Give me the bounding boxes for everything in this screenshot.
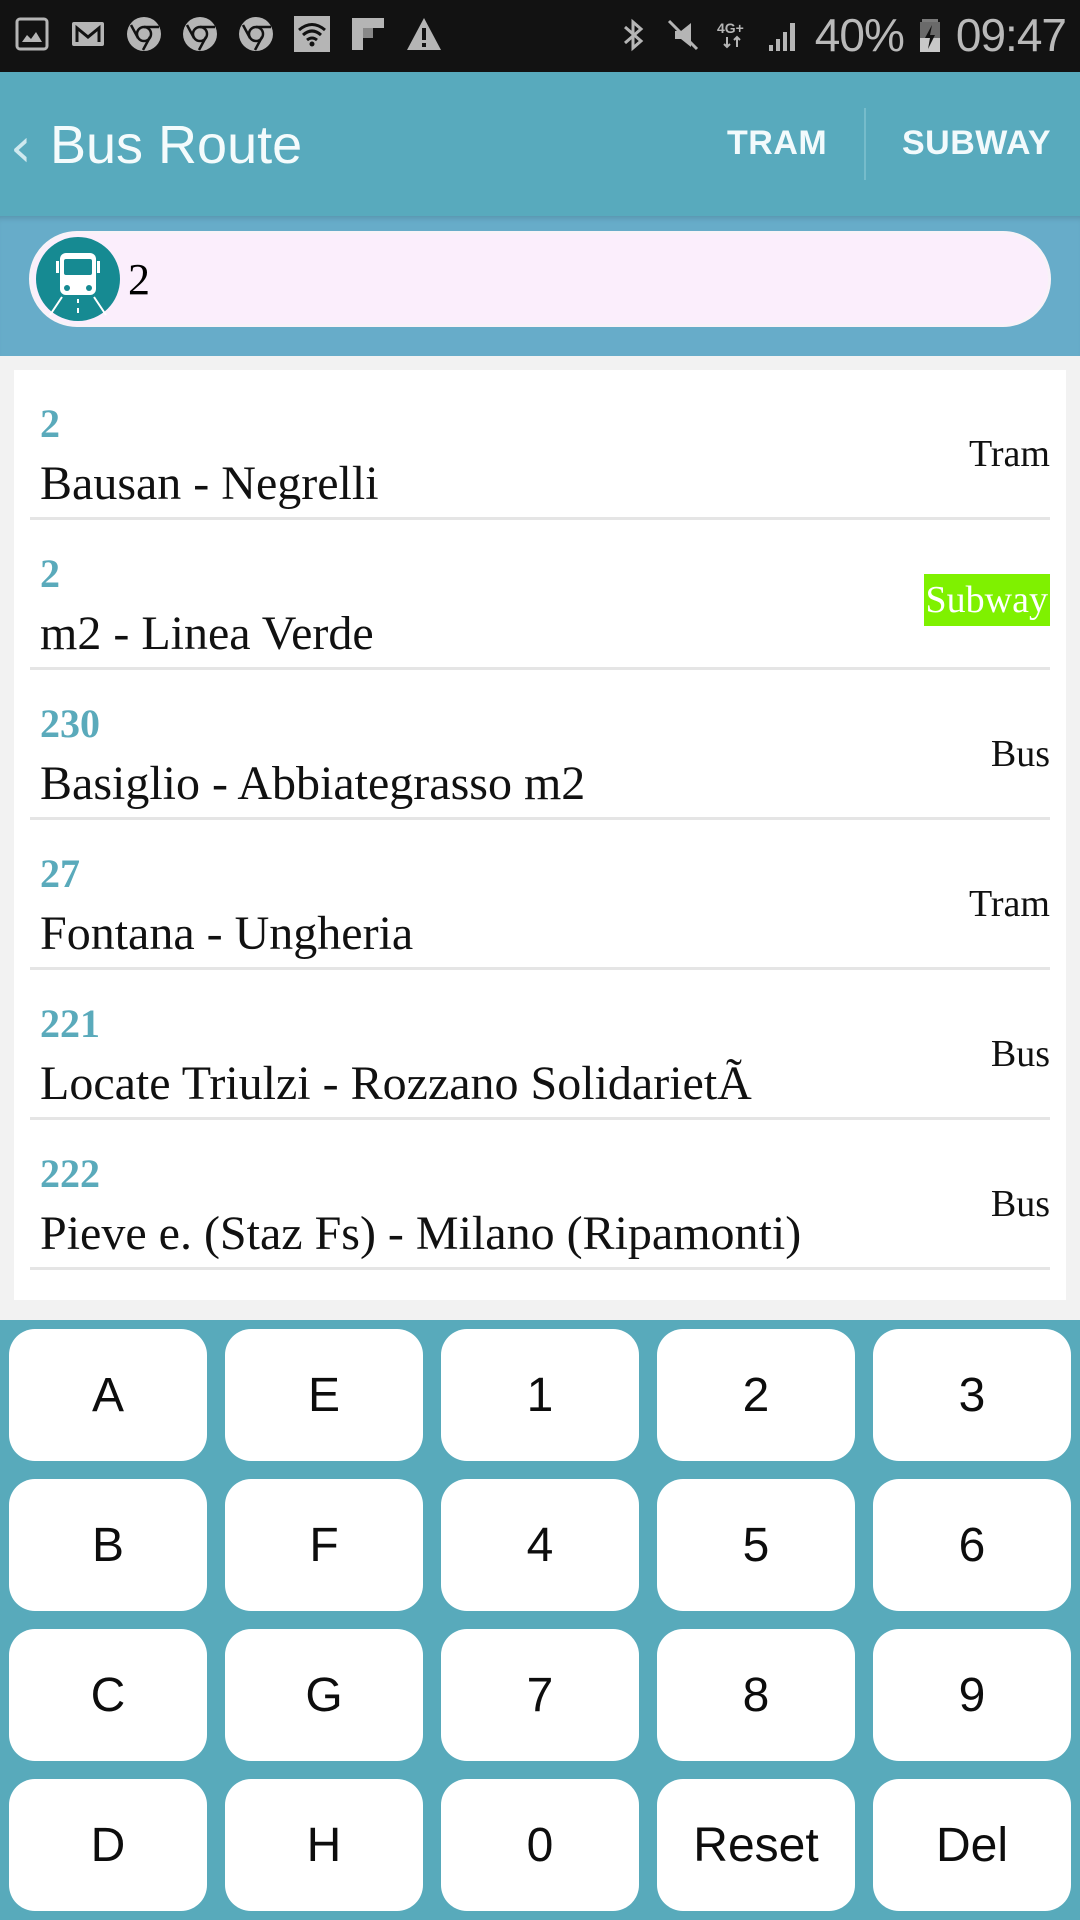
page-title[interactable]: Bus Route [50,114,302,176]
key-6[interactable]: 6 [873,1479,1071,1611]
key-a[interactable]: A [9,1329,207,1461]
wifi-icon [294,16,330,52]
key-8[interactable]: 8 [657,1629,855,1761]
delete-button[interactable]: Del [873,1779,1071,1911]
key-2[interactable]: 2 [657,1329,855,1461]
battery-charging-icon [919,19,940,52]
route-type: Bus [990,1183,1050,1225]
key-d[interactable]: D [9,1779,207,1911]
route-type: Bus [990,1033,1050,1075]
tab-divider [864,108,866,180]
key-c[interactable]: C [9,1629,207,1761]
chrome-icon [239,17,273,51]
gmail-icon [72,22,104,46]
back-chevron-icon[interactable]: ‹ [10,116,32,179]
route-number: 27 [40,851,80,896]
route-number: 230 [40,701,100,746]
app-bar: ‹ Bus Route TRAM SUBWAY [0,72,1080,216]
route-type: Bus [990,733,1050,775]
route-name: Fontana - Ungheria [40,907,414,960]
warning-icon [407,18,441,50]
route-name: Pieve e. (Staz Fs) - Milano (Ripamonti) [40,1207,802,1260]
notification-icons [14,16,442,52]
key-9[interactable]: 9 [873,1629,1071,1761]
key-g[interactable]: G [225,1629,423,1761]
route-type-badge: Subway [923,574,1050,626]
key-f[interactable]: F [225,1479,423,1611]
list-item[interactable]: 27 Fontana - Ungheria Tram [30,820,1050,970]
route-type: Tram [969,883,1050,925]
key-5[interactable]: 5 [657,1479,855,1611]
route-list[interactable]: 2 Bausan - Negrelli Tram 2 m2 - Linea Ve… [14,370,1066,1300]
chrome-icon [127,17,161,51]
route-name: Bausan - Negrelli [40,457,379,510]
route-name: Basiglio - Abbiategrasso m2 [40,757,586,810]
battery-percentage: 40% [814,9,905,61]
list-item[interactable]: 221 Locate Triulzi - Rozzano SolidarietÃ… [30,970,1050,1120]
route-number: 2 [40,401,60,446]
key-1[interactable]: 1 [441,1329,639,1461]
key-3[interactable]: 3 [873,1329,1071,1461]
status-bar: 4G+ 40% 09:47 [0,0,1080,72]
tab-subway[interactable]: SUBWAY [902,124,1051,163]
route-type: Tram [969,433,1050,475]
search-value: 2 [128,255,150,304]
search-input[interactable]: 2 [29,231,1051,327]
system-icons: 4G+ 40% 09:47 [615,8,1067,62]
key-4[interactable]: 4 [441,1479,639,1611]
list-item[interactable]: 230 Basiglio - Abbiategrasso m2 Bus [30,670,1050,820]
bus-icon [36,237,120,321]
key-7[interactable]: 7 [441,1629,639,1761]
network-4g-plus-icon: 4G+ [717,20,744,49]
reset-button[interactable]: Reset [657,1779,855,1911]
tab-tram[interactable]: TRAM [727,124,827,163]
key-h[interactable]: H [225,1779,423,1911]
route-number: 2 [40,551,60,596]
key-b[interactable]: B [9,1479,207,1611]
clock: 09:47 [955,9,1067,61]
chrome-icon [183,17,217,51]
bluetooth-icon [623,18,644,52]
gallery-icon [15,17,49,51]
list-item[interactable]: 2 m2 - Linea Verde Subway [30,520,1050,670]
key-e[interactable]: E [225,1329,423,1461]
list-item[interactable]: 222 Pieve e. (Staz Fs) - Milano (Ripamon… [30,1120,1050,1270]
route-list-container: 2 Bausan - Negrelli Tram 2 m2 - Linea Ve… [0,356,1080,1320]
search-area: 2 [0,216,1080,356]
route-name: m2 - Linea Verde [40,607,374,660]
mute-icon [667,19,698,51]
list-item[interactable]: 2 Bausan - Negrelli Tram [30,370,1050,520]
flipboard-icon [352,18,384,50]
route-number: 221 [40,1001,100,1046]
svg-text:4G+: 4G+ [717,20,744,36]
route-name: Locate Triulzi - Rozzano SolidarietÃ [40,1057,752,1110]
keypad: A E 1 2 3 B F 4 5 6 C G 7 8 9 D H 0 Rese… [0,1320,1080,1920]
key-0[interactable]: 0 [441,1779,639,1911]
route-number: 222 [40,1151,100,1196]
signal-icon [768,23,795,51]
